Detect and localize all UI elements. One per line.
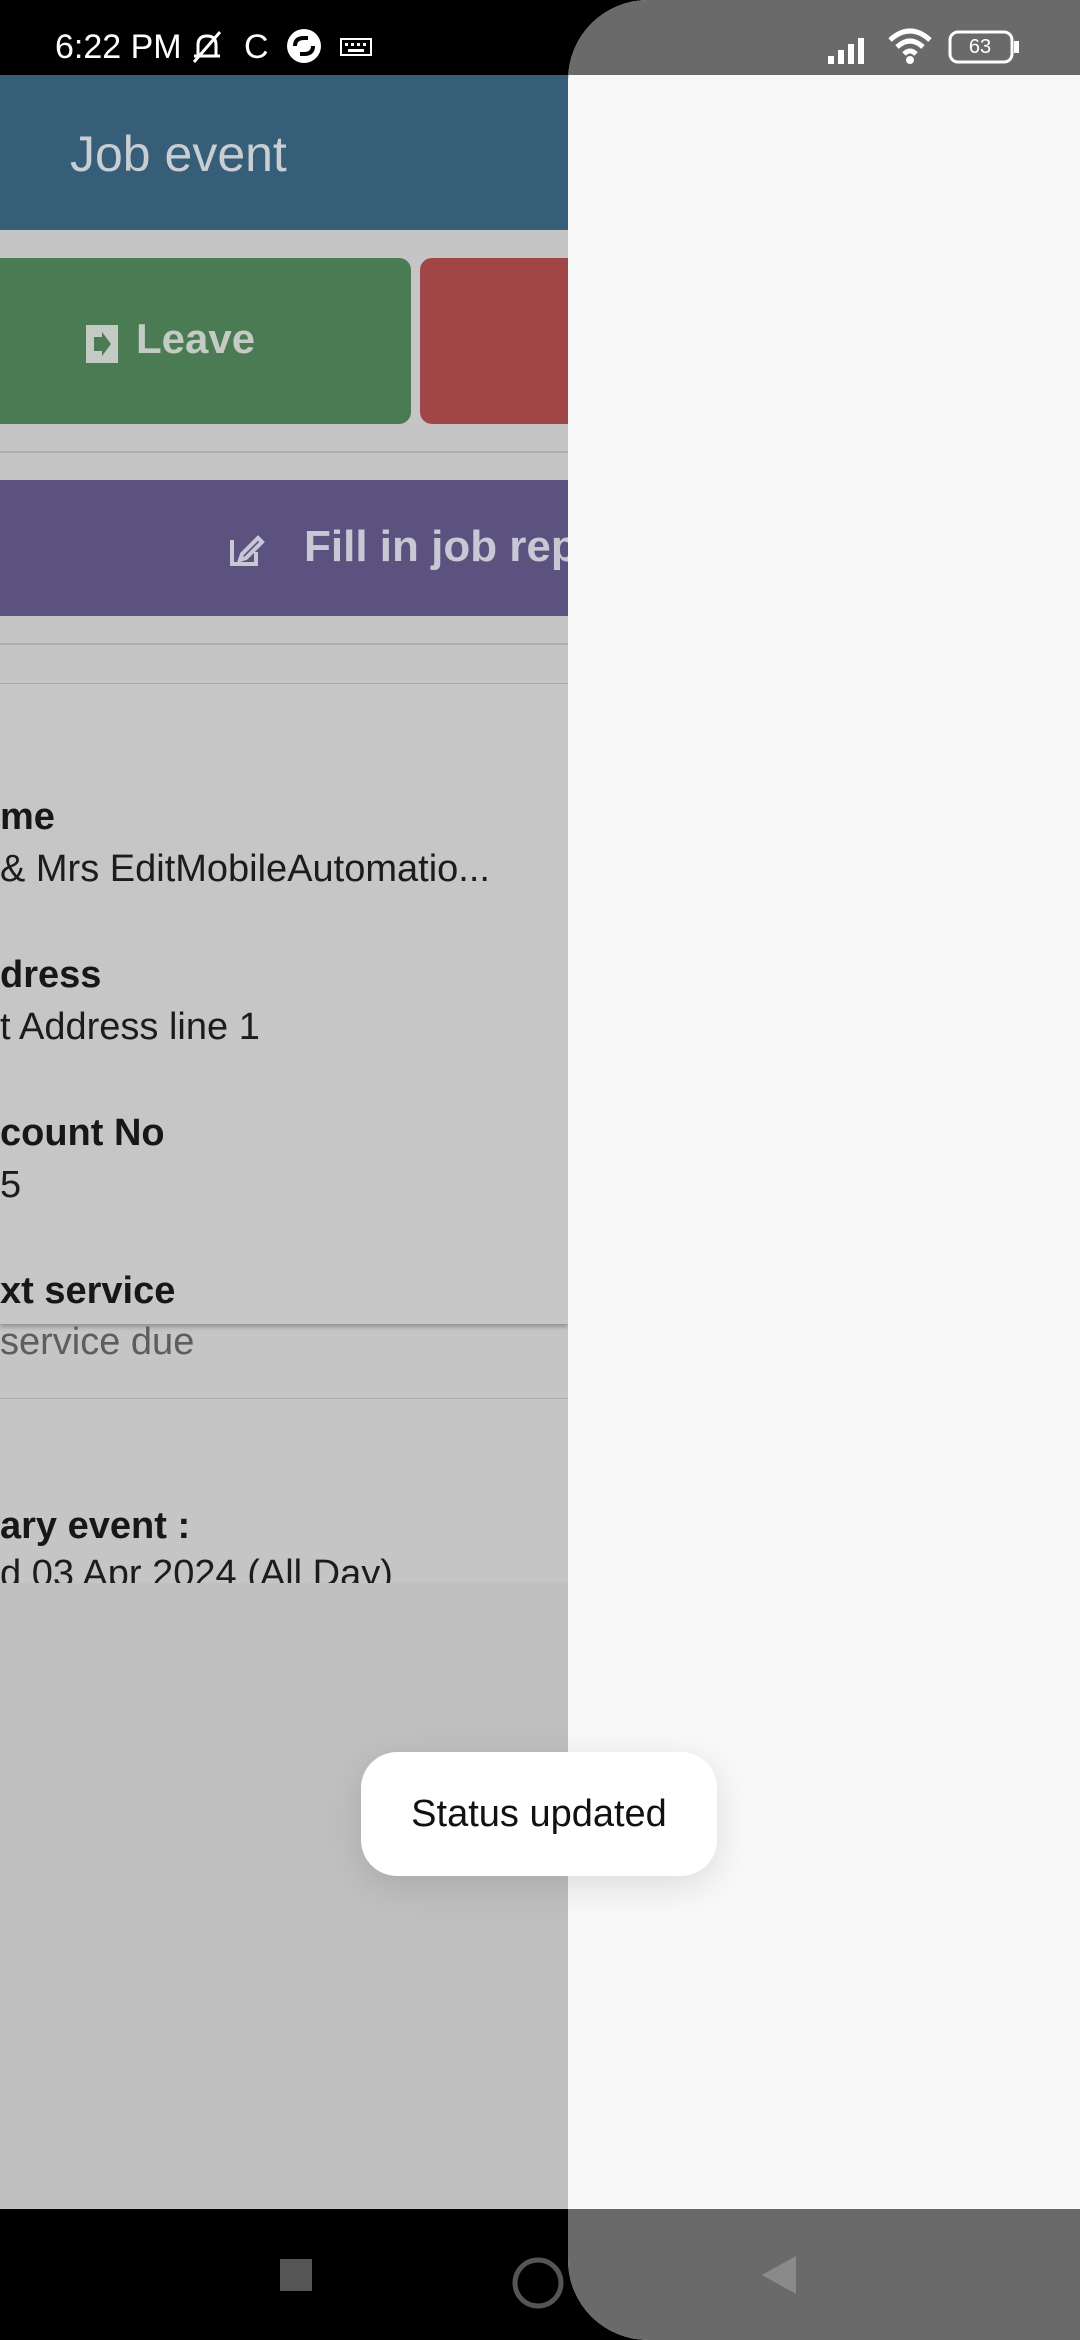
address-label: dress <box>0 954 102 996</box>
name-value: & Mrs EditMobileAutomatio... <box>0 848 490 890</box>
job-event-screen: Job event Leave Fill in job repo me & Mr… <box>0 75 568 2209</box>
carrier-letter: C <box>244 28 269 66</box>
bell-off-icon <box>192 31 222 63</box>
diary-event-date: d 03 Apr 2024 (All Day) <box>0 1553 393 1583</box>
leave-button-label: Leave <box>136 315 256 362</box>
customer-details-card: me & Mrs EditMobileAutomatio... dress t … <box>0 684 568 1324</box>
sync-icon <box>287 29 321 63</box>
recents-icon[interactable] <box>280 2259 312 2291</box>
fill-job-report-label: Fill in job repo <box>304 522 568 571</box>
red-action-button[interactable] <box>420 258 568 424</box>
signal-icon <box>828 38 864 64</box>
diary-event-label: ary event : <box>0 1505 191 1547</box>
status-time: 6:22 PM <box>55 28 182 66</box>
name-label: me <box>0 796 55 838</box>
app-bar: Job event <box>0 75 568 230</box>
address-value: t Address line 1 <box>0 1006 260 1048</box>
battery-level: 63 <box>968 36 992 58</box>
account-no-value: 5 <box>0 1164 22 1206</box>
divider <box>0 1398 568 1399</box>
dimmed-background <box>0 1583 568 2209</box>
divider <box>0 451 568 453</box>
divider <box>0 643 568 645</box>
back-icon[interactable] <box>762 2256 798 2294</box>
navigation-bar-background <box>568 2209 1080 2340</box>
keyboard-icon <box>340 38 372 56</box>
home-icon[interactable] <box>510 2255 566 2311</box>
page-title: Job event <box>70 126 287 182</box>
edit-icon <box>230 535 265 566</box>
account-no-label: count No <box>0 1112 165 1154</box>
navigation-bar <box>0 2209 568 2340</box>
toast-message: Status updated <box>411 1793 667 1835</box>
next-service-value: service due <box>0 1321 195 1363</box>
side-sheet[interactable] <box>568 0 1080 2340</box>
toast: Status updated <box>361 1752 717 1876</box>
next-service-label: xt service <box>0 1270 176 1312</box>
wifi-icon <box>888 28 932 64</box>
diary-event-date-clip: d 03 Apr 2024 (All Day) <box>0 1553 568 1583</box>
leave-icon <box>86 325 118 363</box>
